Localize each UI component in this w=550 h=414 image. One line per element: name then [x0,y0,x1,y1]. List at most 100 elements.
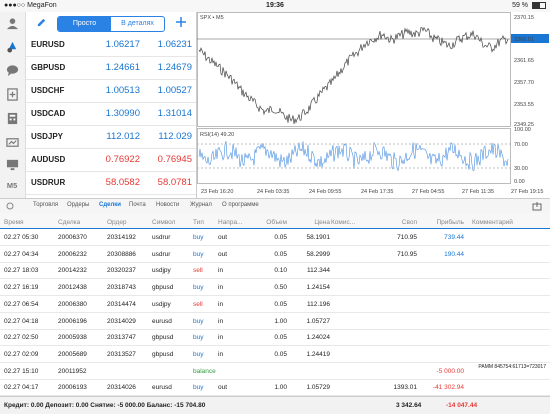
deal-row[interactable]: 02.27 16:19 20012438 20318743 gbpusd buy in 0.… [0,279,550,297]
chat-icon[interactable] [6,64,19,77]
quote-row[interactable]: EURUSD 1.06217 1.06231 [26,34,196,57]
deal-swap: 1393.01 [393,384,418,392]
quote-symbol: GBPUSD [31,63,66,72]
deal-deal: 20006380 [58,300,87,308]
tab-item[interactable]: Журнал [190,202,212,208]
deal-type: buy [193,284,204,292]
quote-ask[interactable]: 1.31014 [136,108,192,119]
price-chart[interactable]: 2370.15 2366.01 2361.65 2357.70 2353.55 2349.… [196,12,550,198]
quote-ask[interactable]: 58.0781 [136,177,192,188]
add-symbol-icon[interactable] [175,16,187,28]
mode-detailed-button[interactable]: В деталях [111,17,164,31]
deal-row[interactable]: 02.27 18:03 20014232 20320237 usdjpy sell in 0… [0,262,550,280]
column-header[interactable]: Время [4,219,54,226]
deal-order: 20314026 [107,384,136,392]
deal-row[interactable]: 02.27 15:10 20011952 balance -5 000.00 PAMM … [0,363,550,380]
export-icon[interactable] [532,201,542,211]
settings-icon[interactable] [6,202,14,210]
deal-row[interactable]: 02.27 04:17 20006193 20314026 eurusd buy out 1… [0,379,550,397]
price-axis-label: 2361.65 [514,58,534,64]
deal-row[interactable]: 02.27 06:54 20006380 20314474 usdjpy sell in 0… [0,296,550,313]
deal-volume: 0.50 [274,284,287,292]
account-icon[interactable] [6,17,19,30]
monitor-icon[interactable] [6,158,19,171]
price-axis-label: 2357.70 [514,80,534,86]
deal-volume: 1.00 [274,384,287,392]
deal-row[interactable]: 02.27 04:34 20006232 20308886 usdrur buy out 0… [0,246,550,263]
quote-bid[interactable]: 1.00513 [84,85,140,96]
quote-ask[interactable]: 112.029 [136,131,192,142]
rsi-axis-label: 0.00 [514,179,525,185]
tab-item[interactable]: Ордеры [67,202,89,208]
column-header[interactable]: Напра... [218,219,254,226]
time-axis-label: 24 Feb 17:35 [361,189,393,195]
tab-item[interactable]: Торговля [33,202,58,208]
deal-dir: in [218,350,224,358]
quote-bid[interactable]: 0.76922 [84,154,140,165]
deal-row[interactable]: 02.27 02:09 20005689 20313527 gbpusd buy in 0.… [0,346,550,363]
time-axis-label: 27 Feb 11:35 [462,189,494,195]
quote-ask[interactable]: 1.24679 [136,62,192,73]
time-axis-label: 24 Feb 09:55 [309,189,341,195]
status-bar: ●●●○○ MegaFon 19:36 59 % [0,0,550,12]
quotes-panel: Просто В деталях EURUSD 1.06217 1.06231 GBP… [26,12,196,198]
column-header[interactable]: Тип [193,219,215,226]
deal-row[interactable]: 02.27 02:50 20005938 20313747 gbpusd buy in 0.… [0,329,550,347]
quote-symbol: USDJPY [31,132,64,141]
quote-ask[interactable]: 0.76945 [136,154,192,165]
quote-row[interactable]: USDCAD 1.30990 1.31014 [26,103,196,126]
tab-item[interactable]: Почта [129,202,146,208]
column-header[interactable]: Символ [152,219,190,226]
edit-icon[interactable] [36,17,47,28]
tab-item[interactable]: О программе [222,202,259,208]
quote-bid[interactable]: 1.30990 [84,108,140,119]
deal-order: 20313527 [107,350,136,358]
quote-bid[interactable]: 1.06217 [84,39,140,50]
chart-tool-icon[interactable] [6,136,19,149]
column-header[interactable]: Сделка [58,219,103,226]
quote-row[interactable]: GBPUSD 1.24661 1.24679 [26,57,196,80]
deal-deal: 20011952 [58,367,87,375]
calculator-icon[interactable] [6,112,19,125]
tab-item[interactable]: Сделки [99,202,121,208]
deal-volume: 0.05 [274,334,287,342]
price-axis-label: 2366.01 [514,37,534,43]
deal-time: 02.27 04:18 [4,317,39,325]
deal-time: 02.27 04:17 [4,384,39,392]
column-header[interactable]: Объем [257,219,287,226]
deal-symbol: usdrur [152,234,171,241]
quote-bid[interactable]: 112.012 [84,131,140,142]
new-document-icon[interactable] [6,88,19,101]
deal-row[interactable]: 02.27 04:18 20006196 20314029 eurusd buy in 1.… [0,313,550,330]
column-header[interactable]: Комис... [331,219,369,226]
quote-row[interactable]: USDRUR 58.0582 58.0781 [26,172,196,195]
deal-symbol: usdjpy [152,300,171,308]
deal-deal: 20006196 [58,317,87,325]
deal-dir: in [218,300,224,308]
deal-deal: 20005938 [58,334,87,342]
view-mode-switch[interactable]: Просто В деталях [57,16,165,32]
column-header[interactable]: Комментарий [472,219,548,226]
quote-row[interactable]: USDJPY 112.012 112.029 [26,126,196,149]
deal-time: 02.27 06:54 [4,300,39,308]
deal-comment: PAMM 845754:61713=723017 [478,363,546,370]
column-header[interactable]: Своп [374,219,417,226]
quote-ask[interactable]: 1.06231 [136,39,192,50]
quote-row[interactable]: USDCHF 1.00513 1.00527 [26,80,196,103]
deal-time: 02.27 04:34 [4,250,39,258]
deal-symbol: usdrur [152,250,171,258]
quote-bid[interactable]: 58.0582 [84,177,140,188]
column-header[interactable]: Прибыль [420,219,465,226]
column-header[interactable]: Цена [299,219,330,226]
column-header[interactable]: Ордер [107,219,149,226]
quote-row[interactable]: AUDUSD 0.76922 0.76945 [26,149,196,172]
time-axis-label: 24 Feb 03:35 [257,189,289,195]
deal-row[interactable]: 02.27 05:30 20006370 20314192 usdrur buy out 0… [0,229,550,246]
quote-ask[interactable]: 1.00527 [136,85,192,96]
tab-item[interactable]: Новости [156,202,179,208]
timeframe-icon[interactable]: M5 [6,178,19,191]
mode-simple-button[interactable]: Просто [58,17,111,31]
battery-icon [532,1,546,9]
quote-bid[interactable]: 1.24661 [84,62,140,73]
trade-icon[interactable] [6,40,19,53]
